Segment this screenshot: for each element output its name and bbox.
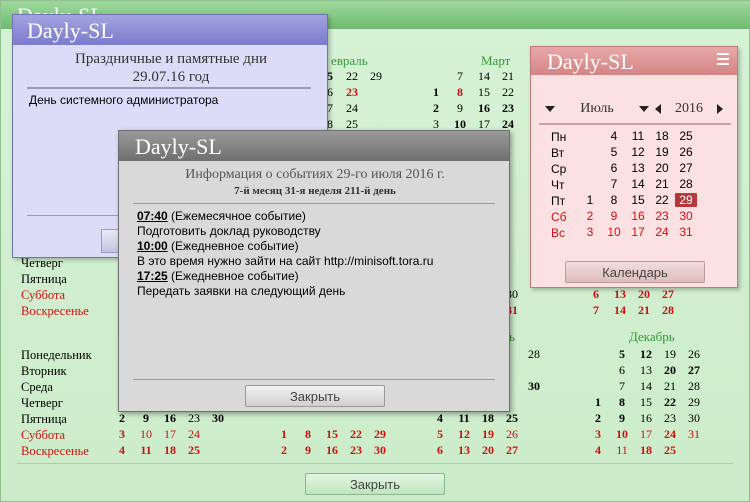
mini-today-cell[interactable]: 29: [675, 193, 697, 207]
events-subheading: 7-й месяц 31-я неделя 211-й день: [234, 185, 396, 197]
holiday-event: День системного администратора: [29, 93, 219, 107]
holidays-separator: [27, 87, 311, 89]
weekday-thursday: Четверг: [21, 396, 63, 410]
event-time: 17:25: [137, 269, 168, 283]
weekday-wednesday: Среда: [21, 380, 53, 394]
events-separator: [133, 203, 495, 204]
year-stepper[interactable]: 2016: [655, 99, 723, 119]
event-item-3-header: 17:25 (Ежедневное событие): [137, 269, 299, 283]
month-header-march: Март: [481, 53, 511, 68]
event-item-1-header: 07:40 (Ежемесячное событие): [137, 209, 306, 223]
holidays-date: 29.07.16 год: [132, 69, 210, 85]
mini-separator: [539, 123, 731, 125]
weekday-friday: Пятница: [21, 412, 67, 426]
holidays-titlebar[interactable]: Dayly-SL: [13, 15, 327, 45]
holidays-title: Dayly-SL: [27, 18, 114, 43]
events-title: Dayly-SL: [135, 134, 222, 159]
hamburger-menu-icon[interactable]: [717, 53, 729, 65]
event-item-2-text: В это время нужно зайти на сайт http://m…: [137, 254, 434, 268]
event-time: 10:00: [137, 239, 168, 253]
weekday-column-top: Четверг Пятница Суббота Воскресенье: [21, 255, 89, 319]
events-close-button[interactable]: Закрыть: [245, 385, 385, 407]
events-window: Dayly-SL Информация о событиях 29-го июл…: [118, 130, 510, 412]
month-dropdown-left-icon: [545, 106, 555, 112]
weekday-column-bottom: Понедельник Вторник Среда Четверг Пятниц…: [21, 347, 92, 459]
month-header-december: Декабрь: [629, 329, 675, 344]
events-titlebar[interactable]: Dayly-SL: [119, 131, 509, 161]
month-select[interactable]: Июль: [545, 99, 649, 119]
event-type: (Ежемесячное событие): [171, 209, 306, 223]
mini-weekday-sat: Сб: [551, 210, 567, 224]
event-time: 07:40: [137, 209, 168, 223]
weekday-friday: Пятница: [21, 272, 67, 286]
events-heading: Информация о событиях 29-го июля 2016 г.: [185, 167, 445, 182]
mini-weekday-tue: Вт: [551, 146, 565, 160]
month-header-february: евраль: [331, 53, 368, 68]
event-item-1-text: Подготовить доклад руководству: [137, 224, 321, 238]
mini-title: Dayly-SL: [547, 49, 634, 74]
weekday-tuesday: Вторник: [21, 364, 67, 378]
event-type: (Ежедневное событие): [171, 269, 299, 283]
mini-weekday-wed: Ср: [551, 162, 567, 176]
weekday-monday: Понедельник: [21, 348, 92, 362]
mini-weekday-sun: Вс: [551, 226, 566, 240]
calendar-button[interactable]: Календарь: [565, 261, 705, 283]
event-item-3-text: Передать заявки на следующий день: [137, 284, 346, 298]
weekday-saturday: Суббота: [21, 428, 66, 442]
month-dropdown-icon: [639, 106, 649, 112]
mini-weekday-column: Пн Вт Ср Чт Пт Сб Вс: [551, 129, 581, 241]
mini-weekday-thu: Чт: [551, 178, 565, 192]
events-footer-separator: [133, 379, 495, 380]
weekday-sunday: Воскресенье: [21, 444, 89, 458]
holidays-heading: Праздничные и памятные дни: [75, 51, 267, 67]
weekday-sunday: Воскресенье: [21, 304, 89, 318]
main-close-button[interactable]: Закрыть: [305, 473, 445, 495]
event-type: (Ежедневное событие): [171, 239, 299, 253]
weekday-saturday: Суббота: [21, 288, 66, 302]
year-next-icon[interactable]: [717, 104, 723, 114]
mini-weekday-fri: Пт: [551, 194, 566, 208]
mini-calendar-window: Dayly-SL Июль 2016 Пн Вт Ср Чт Пт Сб Вс …: [530, 46, 738, 288]
footer-separator: [17, 463, 733, 464]
month-select-value: Июль: [580, 101, 614, 116]
year-value: 2016: [675, 101, 703, 116]
mini-weekday-mon: Пн: [551, 130, 567, 144]
mini-titlebar[interactable]: Dayly-SL: [531, 47, 737, 75]
event-item-2-header: 10:00 (Ежедневное событие): [137, 239, 299, 253]
